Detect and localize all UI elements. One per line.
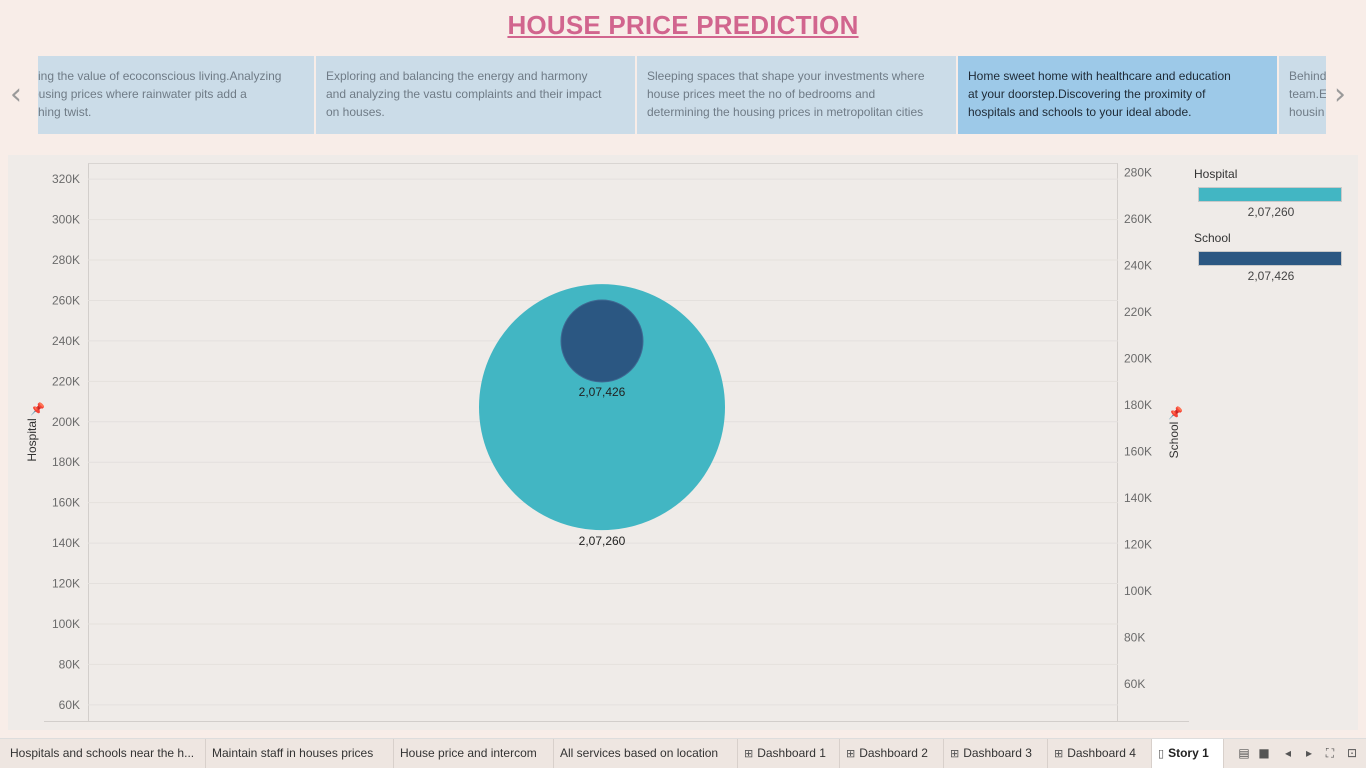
- tab-hospitals-schools[interactable]: Hospitals and schools near the h...: [4, 739, 206, 768]
- left-axis-tick: 320K: [52, 172, 80, 186]
- story-icon: ▯: [1158, 747, 1165, 760]
- right-axis-tick: 60K: [1124, 677, 1145, 691]
- legend-hospital[interactable]: Hospital 2,07,260: [1194, 167, 1344, 219]
- tab-label: All services based on location: [560, 746, 719, 760]
- tab-dashboard-1[interactable]: ⊞ Dashboard 1: [738, 739, 840, 768]
- chevron-left-icon[interactable]: ‹: [10, 80, 22, 110]
- story-point-1[interactable]: king the value of ecoconscious living.An…: [38, 56, 314, 134]
- right-axis-tick: 200K: [1124, 351, 1152, 365]
- left-axis-tick: 240K: [52, 334, 80, 348]
- right-axis-tick: 260K: [1124, 212, 1152, 226]
- left-axis-tick: 100K: [52, 617, 80, 631]
- right-axis-tick: 220K: [1124, 305, 1152, 319]
- left-axis-title: Hospital: [25, 418, 39, 461]
- left-axis-tick: 260K: [52, 293, 80, 307]
- legend-title: Hospital: [1194, 167, 1238, 181]
- page-title: HOUSE PRICE PREDICTION: [507, 10, 859, 40]
- left-axis-tick: 280K: [52, 253, 80, 267]
- tab-label: House price and intercom: [400, 746, 537, 760]
- pin-icon: 📌: [1168, 405, 1183, 420]
- tab-label: Dashboard 3: [963, 746, 1032, 760]
- left-axis-tick: 120K: [52, 577, 80, 591]
- previous-sheet-icon[interactable]: ◂: [1280, 746, 1296, 760]
- right-axis-tick: 280K: [1124, 165, 1152, 179]
- right-axis-tick: 80K: [1124, 630, 1145, 644]
- sheet-view-icon[interactable]: ■: [1256, 746, 1272, 760]
- pin-icon: 📌: [30, 401, 45, 416]
- right-axis-tick: 160K: [1124, 444, 1152, 458]
- legend-school[interactable]: School 2,07,426: [1194, 231, 1344, 283]
- tab-all-services[interactable]: All services based on location: [554, 739, 738, 768]
- story-point-text: Sleeping spaces that shape your investme…: [647, 69, 925, 119]
- fullscreen-icon[interactable]: ⛶: [1322, 746, 1338, 760]
- right-axis-tick: 240K: [1124, 258, 1152, 272]
- story-point-5[interactable]: Behind team.E housin: [1279, 56, 1326, 134]
- story-point-4[interactable]: Home sweet home with healthcare and educ…: [958, 56, 1277, 134]
- dashboard-icon: ⊞: [950, 747, 960, 760]
- story-point-2[interactable]: Exploring and balancing the energy and h…: [316, 56, 635, 134]
- story-point-text: Exploring and balancing the energy and h…: [326, 69, 602, 119]
- dashboard-icon: ⊞: [846, 747, 856, 760]
- right-axis-title: School: [1167, 422, 1181, 459]
- school-bubble: [560, 299, 644, 383]
- tab-dashboard-3[interactable]: ⊞ Dashboard 3: [944, 739, 1048, 768]
- legend: Hospital 2,07,260 School 2,07,426: [1194, 167, 1344, 295]
- left-axis-tick: 60K: [59, 698, 80, 712]
- bubble-chart: 320K 300K 280K 260K 240K 220K 200K 180K 160K 140K…: [25, 165, 1183, 712]
- legend-color-school: [1198, 251, 1342, 266]
- left-axis-tick: 300K: [52, 213, 80, 227]
- tab-label: Hospitals and schools near the h...: [10, 746, 195, 760]
- left-axis-tick: 80K: [59, 657, 80, 671]
- school-data-label: 2,07,426: [579, 385, 626, 399]
- right-axis-tick: 100K: [1124, 584, 1152, 598]
- tab-label: Maintain staff in houses prices: [212, 746, 374, 760]
- tab-dashboard-2[interactable]: ⊞ Dashboard 2: [840, 739, 944, 768]
- legend-color-hospital: [1198, 187, 1342, 202]
- right-axis-tick: 140K: [1124, 491, 1152, 505]
- sheet-tabbar: Hospitals and schools near the h... Main…: [0, 738, 1366, 768]
- tab-label: Dashboard 1: [757, 746, 826, 760]
- tab-label: Dashboard 4: [1067, 746, 1136, 760]
- story-navigator: king the value of ecoconscious living.An…: [38, 56, 1326, 134]
- dashboard-icon: ⊞: [744, 747, 754, 760]
- right-axis-tick: 120K: [1124, 537, 1152, 551]
- tab-label: Dashboard 2: [859, 746, 928, 760]
- left-axis-tick: 160K: [52, 496, 80, 510]
- tab-house-price-intercom[interactable]: House price and intercom: [394, 739, 554, 768]
- tab-maintain-staff[interactable]: Maintain staff in houses prices: [206, 739, 394, 768]
- left-axis-tick: 140K: [52, 536, 80, 550]
- story-point-text: Home sweet home with healthcare and educ…: [968, 69, 1231, 119]
- tab-story-1[interactable]: ▯ Story 1: [1152, 739, 1224, 768]
- legend-title: School: [1194, 231, 1231, 245]
- hospital-data-label: 2,07,260: [579, 534, 626, 548]
- chevron-right-icon[interactable]: ›: [1334, 80, 1346, 110]
- legend-value: 2,07,426: [1247, 269, 1295, 283]
- tab-label: Story 1: [1168, 746, 1209, 760]
- right-axis-tick: 180K: [1124, 398, 1152, 412]
- left-axis-tick: 200K: [52, 415, 80, 429]
- story-point-text: king the value of ecoconscious living.An…: [38, 69, 282, 119]
- presentation-mode-icon[interactable]: ⊡: [1344, 746, 1360, 760]
- story-point-text: Behind team.E housin: [1289, 69, 1326, 119]
- left-axis-tick: 180K: [52, 455, 80, 469]
- dashboard-icon: ⊞: [1054, 747, 1064, 760]
- legend-value: 2,07,260: [1247, 205, 1295, 219]
- left-axis-tick: 220K: [52, 374, 80, 388]
- tab-dashboard-4[interactable]: ⊞ Dashboard 4: [1048, 739, 1152, 768]
- filmstrip-view-icon[interactable]: ▤: [1236, 746, 1252, 760]
- next-sheet-icon[interactable]: ▸: [1301, 746, 1317, 760]
- story-point-3[interactable]: Sleeping spaces that shape your investme…: [637, 56, 956, 134]
- chart-panel: 320K 300K 280K 260K 240K 220K 200K 180K 160K 140K…: [8, 155, 1358, 730]
